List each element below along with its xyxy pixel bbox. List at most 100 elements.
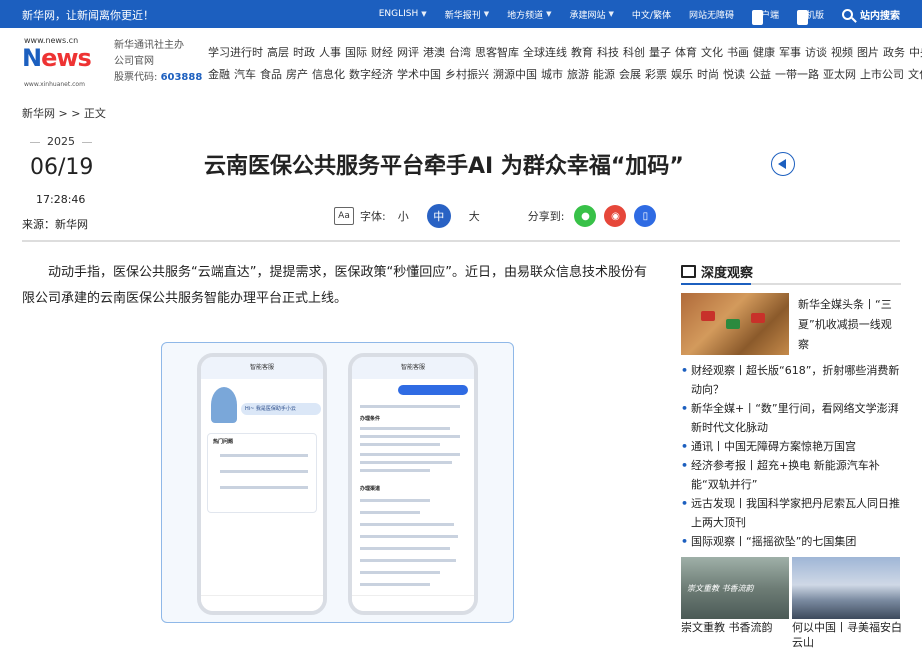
header-divider	[22, 240, 900, 242]
sidebar-news-item[interactable]: 新华全媒+丨“数”里行间，看网络文学澎湃新时代文化脉动	[681, 399, 903, 437]
photo-thumbnail-1[interactable]: 崇文重教 书香流韵	[681, 557, 789, 619]
reply-heading-conditions: 办理条件	[360, 416, 381, 422]
channel-link[interactable]: 彩票	[645, 64, 667, 86]
channel-link[interactable]: 能源	[593, 64, 615, 86]
channel-link[interactable]: 科创	[623, 42, 645, 64]
channel-link[interactable]: 金融	[208, 64, 230, 86]
channel-link[interactable]: 城市	[541, 64, 563, 86]
phone-input-bar	[352, 595, 474, 611]
weibo-share-icon[interactable]: ◉	[604, 205, 627, 227]
hot-questions-title: 热门问题	[213, 439, 234, 445]
reply-line	[360, 571, 440, 574]
channel-link[interactable]: 台湾	[449, 42, 471, 64]
sidebar-news-list: 财经观察丨超长版“618”，折射哪些消费新动向？ 新华全媒+丨“数”里行间，看网…	[681, 361, 903, 551]
channel-link[interactable]: 思客智库	[475, 42, 519, 64]
nav-accessibility[interactable]: 网站无障碍	[689, 8, 734, 21]
font-size-medium[interactable]: 中	[426, 204, 451, 228]
font-size-large[interactable]: 大	[469, 208, 480, 224]
channel-link[interactable]: 一带一路	[775, 64, 819, 86]
nav-local-channels[interactable]: 地方频道 ▼	[507, 8, 551, 21]
channel-link[interactable]: 书画	[727, 42, 749, 64]
channel-link[interactable]: 公益	[749, 64, 771, 86]
photo-caption-1[interactable]: 崇文重教 书香流韵	[681, 620, 791, 635]
reply-line	[360, 511, 420, 514]
nav-newspapers[interactable]: 新华报刊 ▼	[445, 8, 489, 21]
nav-built-sites[interactable]: 承建网站 ▼	[570, 8, 614, 21]
channel-link[interactable]: 人事	[319, 42, 341, 64]
logo-sub: www.xinhuanet.com	[24, 81, 85, 88]
channel-link[interactable]: 亚太网	[823, 64, 856, 86]
channel-link[interactable]: 汽车	[234, 64, 256, 86]
sidebar-news-item[interactable]: 通讯丨中国无障碍方案惊艳万国宫	[681, 437, 903, 456]
nav-local-label: 地方频道	[507, 10, 544, 21]
nav-traditional[interactable]: 中文/繁体	[632, 8, 671, 21]
channel-link[interactable]: 高层	[267, 42, 289, 64]
channel-link[interactable]: 上市公司	[860, 64, 904, 86]
channel-link[interactable]: 中央文件	[909, 42, 922, 64]
channel-link[interactable]: 科技	[597, 42, 619, 64]
site-search[interactable]: 站内搜索	[842, 7, 900, 22]
reply-line	[360, 453, 460, 456]
channel-link[interactable]: 信息化	[312, 64, 345, 86]
channel-link[interactable]: 军事	[779, 42, 801, 64]
sidebar-news-item[interactable]: 财经观察丨超长版“618”，折射哪些消费新动向？	[681, 361, 903, 399]
channel-link[interactable]: 乡村振兴	[445, 64, 489, 86]
top-bar: 新华网，让新闻离你更近！ ENGLISH ▼ 新华报刊 ▼ 地方频道 ▼ 承建网站 ▼ …	[0, 0, 922, 28]
sidebar-news-item[interactable]: 远古发现丨我国科学家把丹尼索瓦人同日推上两大顶刊	[681, 494, 903, 532]
channel-link[interactable]: 教育	[571, 42, 593, 64]
speaker-icon[interactable]	[771, 152, 795, 176]
photo-thumbnail-2[interactable]	[792, 557, 900, 619]
assistant-avatar	[211, 387, 237, 423]
channel-link[interactable]: 视频	[831, 42, 853, 64]
phone-screenshot-right: 智能客服 办理条件 办理渠道	[348, 353, 478, 615]
sidebar-news-item[interactable]: 国际观察丨“摇摇欲坠”的七国集团	[681, 532, 903, 551]
channel-link[interactable]: 财经	[371, 42, 393, 64]
channel-link[interactable]: 港澳	[423, 42, 445, 64]
sidebar-news-item[interactable]: 经济参考报丨超充+换电 新能源汽车补能“双轨并行”	[681, 456, 903, 494]
nav-accessibility-label: 网站无障碍	[688, 10, 734, 21]
channel-link[interactable]: 国际	[345, 42, 367, 64]
top-story-image[interactable]	[681, 293, 789, 355]
sidebar-title: 深度观察	[701, 266, 754, 281]
question-line	[220, 470, 308, 473]
channel-link[interactable]: 娱乐	[671, 64, 693, 86]
nav-traditional-label: 中文/繁体	[631, 10, 671, 21]
channel-link[interactable]: 食品	[260, 64, 282, 86]
publish-time: 17:28:46	[36, 193, 86, 206]
nav-english[interactable]: ENGLISH ▼	[379, 9, 427, 19]
photo-caption-2[interactable]: 何以中国丨寻美福安白云山	[792, 620, 902, 650]
sidebar-divider	[681, 283, 901, 285]
channel-link[interactable]: 文化	[701, 42, 723, 64]
font-size-small[interactable]: 小	[398, 208, 409, 224]
channel-link[interactable]: 学术中国	[397, 64, 441, 86]
breadcrumb[interactable]: 新华网 > > 正文	[22, 105, 106, 121]
channel-link[interactable]: 会展	[619, 64, 641, 86]
nav-mobile[interactable]: 手机版	[796, 8, 824, 25]
channel-link[interactable]: 时尚	[697, 64, 719, 86]
channel-link[interactable]: 房产	[286, 64, 308, 86]
channel-link[interactable]: 体育	[675, 42, 697, 64]
stock-info: 股票代码: 603888	[114, 70, 202, 86]
nav-client[interactable]: 客户端	[751, 8, 779, 25]
channel-link[interactable]: 时政	[293, 42, 315, 64]
channel-link[interactable]: 健康	[753, 42, 775, 64]
channel-link[interactable]: 图片	[857, 42, 879, 64]
channel-link[interactable]: 悦读	[723, 64, 745, 86]
channel-link[interactable]: 数字经济	[349, 64, 393, 86]
channel-link[interactable]: 网评	[397, 42, 419, 64]
channel-link[interactable]: 全球连线	[523, 42, 567, 64]
channel-link[interactable]: 学习进行时	[208, 42, 263, 64]
channel-link[interactable]: 访谈	[805, 42, 827, 64]
channel-link[interactable]: 量子	[649, 42, 671, 64]
channel-link[interactable]: 溯源中国	[493, 64, 537, 86]
channel-link[interactable]: 旅游	[567, 64, 589, 86]
top-story-link[interactable]: 新华全媒头条丨“三夏”机收减损一线观察	[798, 295, 902, 355]
mobile-share-icon[interactable]: ▯	[634, 205, 657, 227]
wechat-share-icon[interactable]: ●	[574, 205, 597, 227]
search-icon	[842, 8, 853, 20]
channel-link[interactable]: 文化产业	[908, 64, 922, 86]
channel-link[interactable]: 政务	[883, 42, 905, 64]
site-logo[interactable]: www.news.cn News www.xinhuanet.com	[22, 36, 106, 88]
phone-input-bar	[201, 595, 323, 611]
stock-code[interactable]: 603888	[161, 72, 203, 83]
